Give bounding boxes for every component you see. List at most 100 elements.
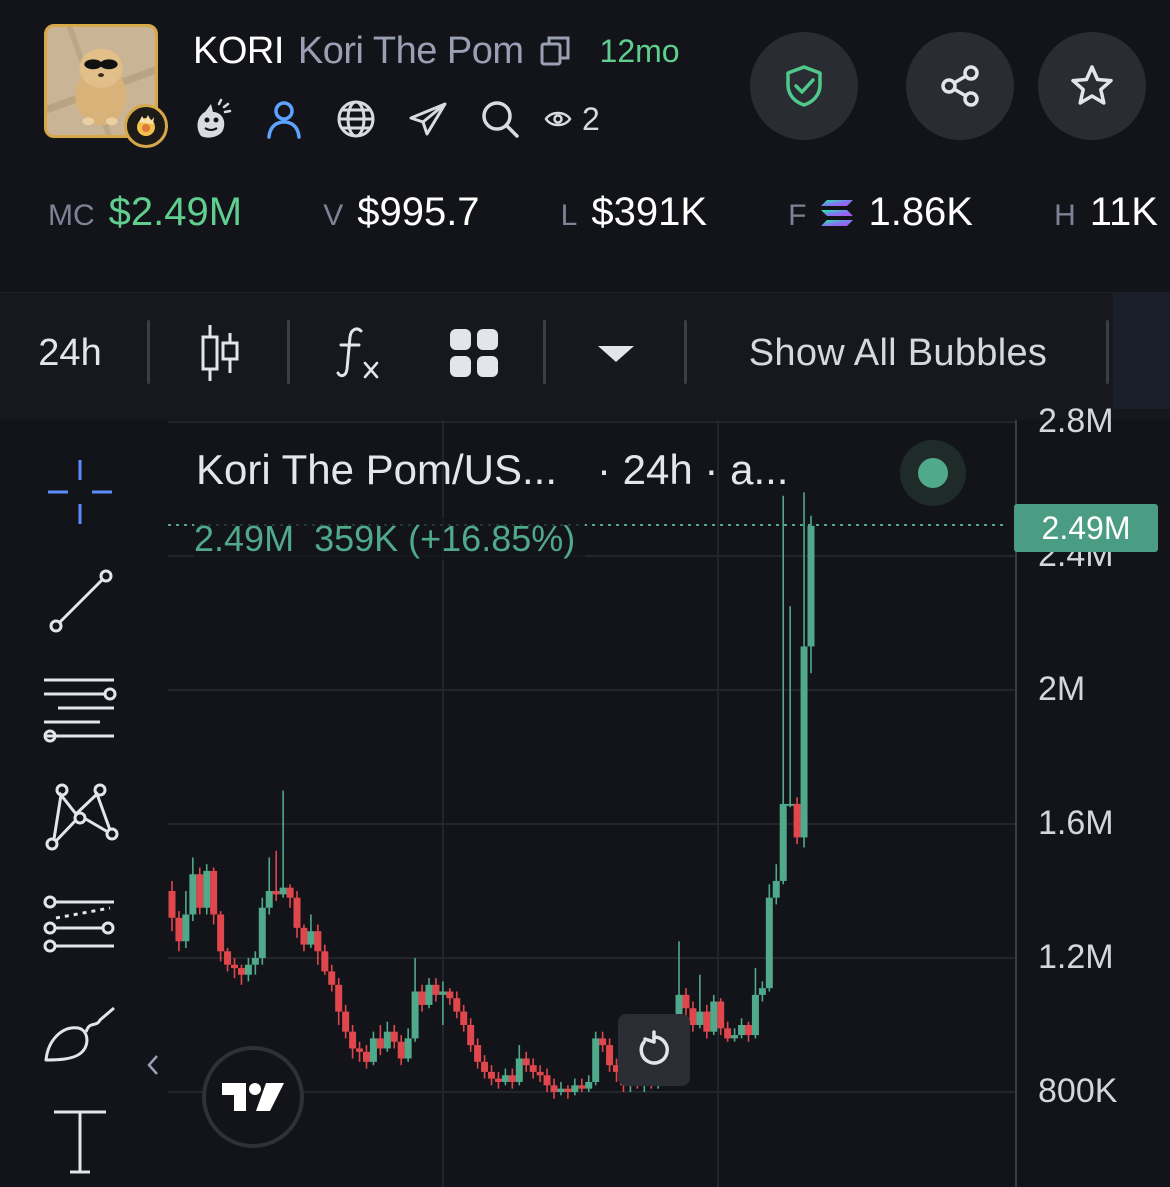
crosshair-tool[interactable] <box>36 448 124 536</box>
last-price-tag: 2.49M <box>1014 504 1158 552</box>
candle-up <box>501 1075 509 1082</box>
legend-close: 2.49M <box>194 518 295 559</box>
candle-up <box>203 870 211 908</box>
stat-label: MC <box>48 199 95 232</box>
candle-down <box>488 1071 495 1079</box>
price-axis-label: 2M <box>1038 670 1086 708</box>
candle-down <box>446 991 454 999</box>
candle-down <box>231 964 239 969</box>
candle-down <box>494 1078 502 1082</box>
star-icon <box>1071 65 1113 105</box>
text-tool[interactable] <box>36 1096 124 1184</box>
horizontal-lines-tool[interactable] <box>36 662 124 750</box>
candle-up <box>425 984 433 1005</box>
candle-down <box>606 1045 614 1066</box>
tradingview-logo[interactable] <box>202 1046 304 1148</box>
favorite-button[interactable] <box>1038 32 1146 140</box>
collapse-sidebar-icon[interactable] <box>143 1050 163 1080</box>
toolbar-divider <box>543 320 546 384</box>
reset-chart-button[interactable] <box>618 1014 690 1086</box>
dev-profile-icon[interactable] <box>262 97 306 141</box>
trend-line-tool[interactable] <box>36 556 124 644</box>
candle-up <box>731 1035 739 1039</box>
candle-up <box>557 1088 565 1092</box>
website-globe-icon[interactable] <box>334 97 378 141</box>
token-age: 12mo <box>599 32 680 69</box>
drawing-tools-sidebar <box>0 420 166 1187</box>
candle-up <box>571 1085 579 1092</box>
candle-up <box>758 988 766 995</box>
price-chart[interactable]: 2.8M 2.4M 2M 1.6M 1.2M 800K Kori The Pom/US..… <box>168 402 1170 1187</box>
pattern-tool[interactable] <box>36 772 124 860</box>
candle-down <box>210 870 218 915</box>
live-status-button[interactable] <box>900 440 966 506</box>
more-dropdown-button[interactable] <box>578 293 654 413</box>
token-avatar[interactable] <box>44 24 168 148</box>
candle-down <box>314 931 322 952</box>
candle-down <box>793 803 801 838</box>
candle-down <box>543 1075 551 1086</box>
candle-down <box>217 914 225 952</box>
candle-down <box>175 917 183 942</box>
candle-down <box>508 1075 516 1082</box>
stat-holders: H 11K <box>1054 190 1158 235</box>
candle-down <box>272 891 280 895</box>
chart-toolbar: 24h Show All Bubbles <box>0 292 1170 420</box>
crosshair-icon <box>48 460 112 524</box>
candle-up <box>182 914 190 942</box>
stat-liquidity: L $391K <box>561 190 707 235</box>
chart-type-button[interactable] <box>180 293 260 413</box>
pump-mascot-icon[interactable] <box>190 97 234 141</box>
candle-down <box>390 1031 398 1042</box>
candle-down <box>418 991 426 1005</box>
toolbar-overflow-item[interactable] <box>1113 293 1170 409</box>
token-title-row: KORI Kori The Pom 12mo <box>193 28 680 74</box>
toolbar-divider <box>684 320 687 384</box>
candle-down <box>293 897 301 928</box>
stat-value: $391K <box>591 190 708 234</box>
brush-icon <box>44 1006 115 1062</box>
interval-label: 24h <box>38 331 102 374</box>
legend-meta: · 24h · a... <box>597 446 789 493</box>
candle-up <box>696 1011 704 1025</box>
interval-button[interactable]: 24h <box>20 293 120 413</box>
brush-tool[interactable] <box>36 988 124 1076</box>
candle-up <box>265 891 273 908</box>
candle-down <box>300 927 308 945</box>
candle-down <box>578 1085 586 1089</box>
token-stats-row: MC $2.49M V $995.7 L $391K F 1.86K H 11K <box>48 190 1158 240</box>
candle-up <box>585 1081 593 1089</box>
toolbar-divider <box>287 320 290 384</box>
candle-up <box>592 1038 600 1082</box>
candle-up <box>383 1031 391 1049</box>
share-icon <box>941 65 979 107</box>
chart-legend-values: 2.49M 359K (+16.85%) <box>194 518 586 560</box>
indicators-button[interactable] <box>320 293 400 413</box>
token-ticker: KORI <box>193 29 284 72</box>
candle-down <box>196 874 204 908</box>
layout-grid-button[interactable] <box>436 293 512 413</box>
candle-down <box>168 891 176 918</box>
token-links-row: 2 <box>190 95 600 143</box>
chart-legend-title: Kori The Pom/US... · 24h · a... <box>196 446 788 494</box>
candle-up <box>779 803 787 881</box>
candle-down <box>522 1058 530 1066</box>
candle-up <box>369 1038 377 1062</box>
candle-down <box>564 1088 572 1092</box>
live-dot-icon <box>918 458 948 488</box>
show-all-bubbles-button[interactable]: Show All Bubbles <box>716 293 1080 413</box>
legend-pair: Kori The Pom/US... <box>196 446 558 493</box>
search-icon[interactable] <box>478 97 522 141</box>
candle-down <box>349 1031 357 1049</box>
candle-up <box>244 964 252 975</box>
security-check-button[interactable] <box>750 32 858 140</box>
candle-down <box>453 998 461 1012</box>
fib-tool[interactable] <box>36 880 124 968</box>
telegram-icon[interactable] <box>406 97 450 141</box>
stat-value: 11K <box>1089 190 1158 234</box>
share-button[interactable] <box>906 32 1014 140</box>
stat-label: F <box>788 199 807 232</box>
copy-address-icon[interactable] <box>538 34 572 68</box>
candle-up <box>307 931 315 945</box>
stat-market-cap: MC $2.49M <box>48 190 242 235</box>
